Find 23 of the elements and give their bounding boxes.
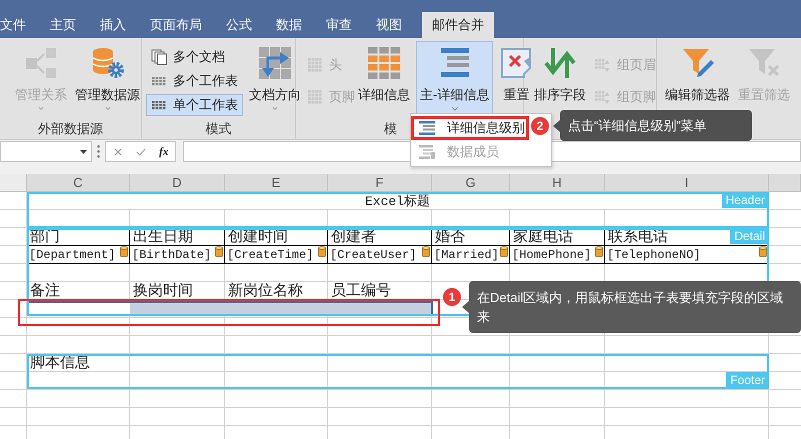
region-label: Detail	[730, 228, 769, 244]
step-badge: 1	[443, 288, 461, 306]
region-label: Footer	[726, 372, 769, 388]
table-cell-text: 换岗时间	[132, 283, 193, 299]
table-cell-text: 备注	[29, 283, 60, 299]
table-cell-text: 新岗位名称	[227, 283, 303, 299]
group-label: 模	[384, 120, 397, 138]
table-cell-text: [Married]	[433, 248, 499, 262]
table-cell-text: 员工编号	[330, 283, 391, 299]
table-cell-text: [HomePhone]	[511, 248, 592, 262]
sheet-title: Excel标题	[364, 193, 430, 210]
tooltip: 在Detail区域内，用鼠标框选出子表要填充字段的区域来	[469, 281, 801, 333]
table-cell-text: [Department]	[28, 248, 116, 262]
table-cell-text: 创建者	[330, 229, 376, 245]
table-cell-text: [BirthDate]	[131, 248, 212, 262]
table-cell-text: [CreateUser]	[329, 248, 416, 262]
table-cell-text: [CreateTime]	[226, 248, 314, 262]
tooltip: 点击“详细信息级别”菜单	[560, 110, 752, 141]
region-label: Header	[722, 192, 769, 208]
group-label: 模式	[206, 120, 232, 138]
table-cell-text: 创建时间	[227, 229, 288, 245]
table-cell-text: [TelephoneNO]	[606, 248, 701, 262]
group-label: 外部数据源	[38, 120, 103, 138]
